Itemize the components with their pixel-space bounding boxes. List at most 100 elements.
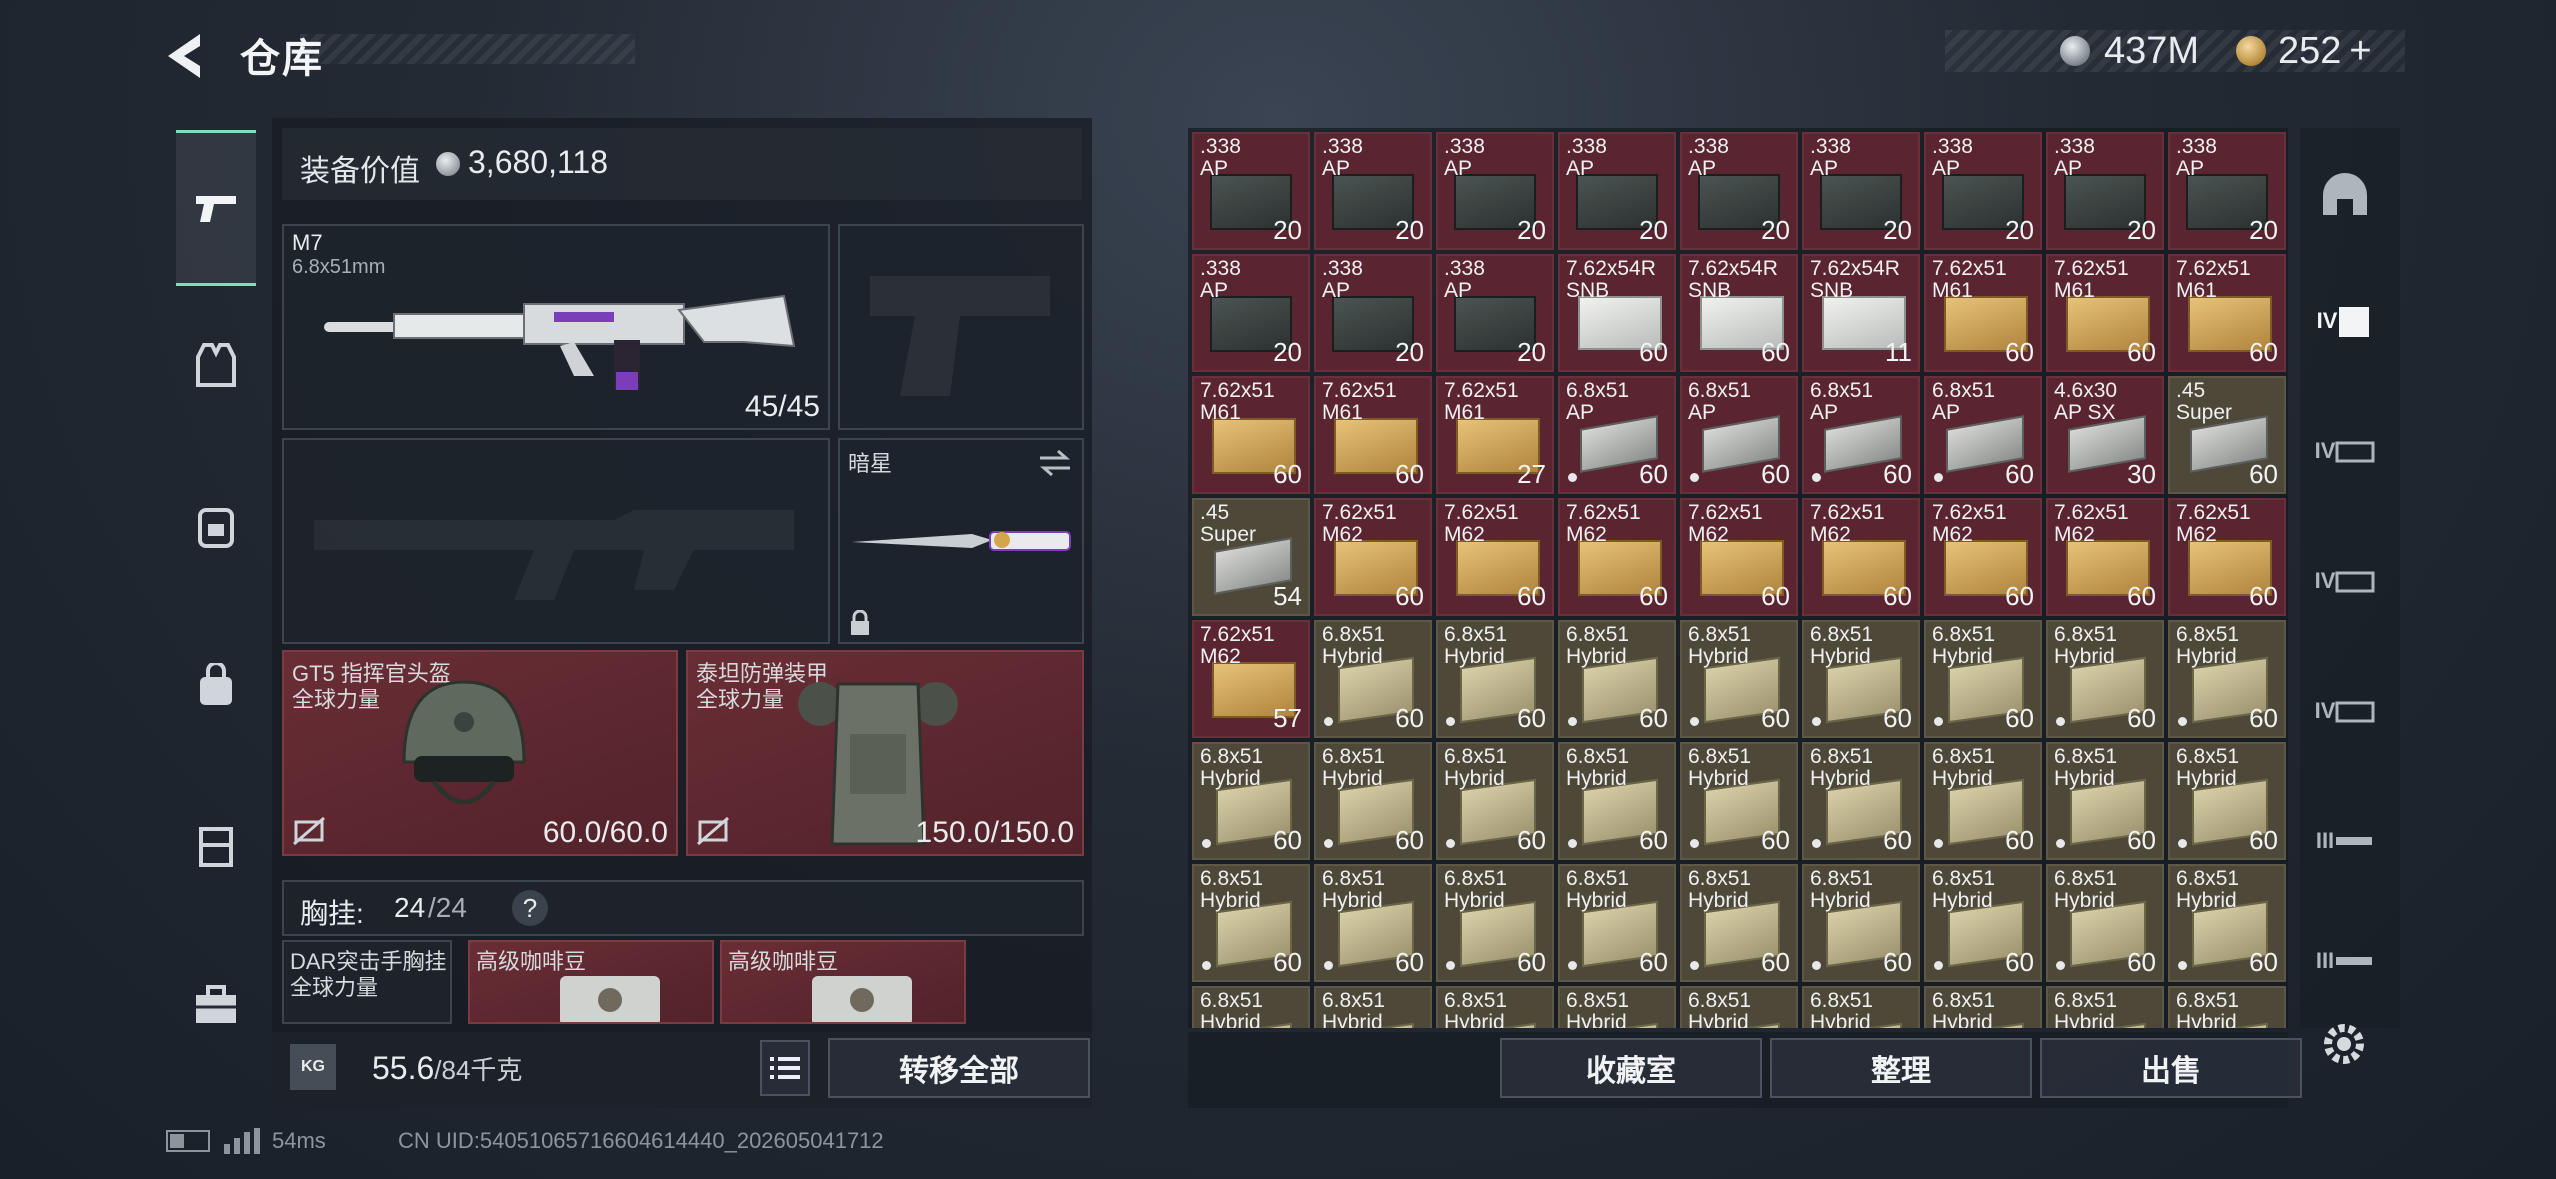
storage-item[interactable]: 6.8x51 Hybrid (1558, 986, 1676, 1028)
storage-item[interactable]: 7.62x51 M62 60 (1924, 498, 2042, 616)
storage-item[interactable]: 6.8x51 Hybrid60 (1802, 742, 1920, 860)
storage-item[interactable]: .338 AP 20 (1436, 132, 1554, 250)
swap-icon[interactable] (1038, 448, 1072, 478)
storage-item[interactable]: 6.8x51 Hybrid60 (2046, 742, 2164, 860)
storage-item[interactable]: .338 AP 20 (2168, 132, 2286, 250)
storage-item[interactable]: 6.8x51 Hybrid60 (1314, 742, 1432, 860)
storage-item[interactable]: 6.8x51 Hybrid (2046, 986, 2164, 1028)
storage-item[interactable]: .338 AP 20 (1314, 132, 1432, 250)
tab-case[interactable] (176, 800, 256, 890)
storage-item[interactable]: 6.8x51 Hybrid60 (1192, 864, 1310, 982)
secondary-primary-slot[interactable] (282, 438, 830, 644)
rig-item[interactable]: 高级咖啡豆 (720, 940, 966, 1024)
storage-item[interactable]: 6.8x51 Hybrid60 (1558, 742, 1676, 860)
storage-item[interactable]: 6.8x51 Hybrid (1314, 986, 1432, 1028)
storage-item[interactable]: 6.8x51 Hybrid60 (1436, 864, 1554, 982)
storage-item[interactable]: 7.62x51 M61 60 (1924, 254, 2042, 372)
storage-item[interactable]: .338 AP 20 (1802, 132, 1920, 250)
rig-item[interactable]: DAR突击手胸挂 全球力量 (282, 940, 452, 1024)
settings-button[interactable] (2316, 1016, 2372, 1072)
filter-tier-4-gear[interactable]: IV (2300, 536, 2390, 626)
sort-button[interactable]: 整理 (1770, 1038, 2032, 1098)
storage-item[interactable]: .338 AP 20 (1558, 132, 1676, 250)
storage-item[interactable]: 6.8x51 AP 60 (1802, 376, 1920, 494)
back-button[interactable] (160, 26, 220, 86)
storage-item[interactable]: 6.8x51 Hybrid60 (1436, 620, 1554, 738)
storage-item[interactable]: 6.8x51 Hybrid60 (1802, 864, 1920, 982)
storage-item[interactable]: 7.62x54R SNB 60 (1680, 254, 1798, 372)
storage-item[interactable]: 6.8x51 AP 60 (1680, 376, 1798, 494)
storage-item[interactable]: .338 AP 20 (2046, 132, 2164, 250)
filter-tier-3-gear[interactable]: III (2300, 926, 2390, 996)
storage-item[interactable]: 7.62x51 M62 60 (1558, 498, 1676, 616)
rig-item[interactable]: 高级咖啡豆 (468, 940, 714, 1024)
filter-tier-4-weapon[interactable]: IV (2300, 406, 2390, 496)
armor-slot[interactable]: 泰坦防弹装甲 全球力量 150.0/150.0 (686, 650, 1084, 856)
filter-tier-4-ammo[interactable]: IV (2300, 276, 2390, 366)
storage-item[interactable]: 6.8x51 Hybrid60 (1802, 620, 1920, 738)
tab-backpack[interactable] (176, 480, 256, 570)
collection-button[interactable]: 收藏室 (1500, 1038, 1762, 1098)
storage-item[interactable]: 6.8x51 Hybrid60 (1314, 620, 1432, 738)
storage-item[interactable]: 6.8x51 Hybrid60 (2046, 620, 2164, 738)
storage-item[interactable]: 7.62x51 M61 60 (1192, 376, 1310, 494)
storage-item[interactable]: 7.62x54R SNB 60 (1558, 254, 1676, 372)
tab-toolbox[interactable] (176, 960, 256, 1050)
storage-item[interactable]: 7.62x54R SNB 11 (1802, 254, 1920, 372)
storage-item[interactable]: 6.8x51 Hybrid (2168, 986, 2286, 1028)
tab-bag[interactable] (176, 640, 256, 730)
helmet-slot[interactable]: GT5 指挥官头盔 全球力量 60.0/60.0 (282, 650, 678, 856)
storage-item[interactable]: 6.8x51 Hybrid60 (2168, 620, 2286, 738)
filter-tier-4-misc[interactable]: IV (2300, 666, 2390, 756)
sell-button[interactable]: 出售 (2040, 1038, 2302, 1098)
storage-item[interactable]: 6.8x51 Hybrid (1924, 986, 2042, 1028)
transfer-all-button[interactable]: 转移全部 (828, 1038, 1090, 1098)
storage-item[interactable]: 6.8x51 Hybrid (1802, 986, 1920, 1028)
melee-slot[interactable]: 暗星 (838, 438, 1084, 644)
storage-item[interactable]: .45 Super 60 (2168, 376, 2286, 494)
storage-item[interactable]: 7.62x51 M62 60 (2168, 498, 2286, 616)
storage-item[interactable]: .338 AP 20 (1680, 132, 1798, 250)
storage-item[interactable]: 6.8x51 Hybrid (1680, 986, 1798, 1028)
storage-item[interactable]: 6.8x51 Hybrid60 (1924, 620, 2042, 738)
storage-item[interactable]: .45 Super 54 (1192, 498, 1310, 616)
storage-item[interactable]: 7.62x51 M61 60 (1314, 376, 1432, 494)
storage-item[interactable]: 6.8x51 Hybrid60 (1558, 864, 1676, 982)
storage-item[interactable]: 7.62x51 M62 60 (1802, 498, 1920, 616)
storage-item[interactable]: 7.62x51 M62 60 (1680, 498, 1798, 616)
storage-item[interactable]: .338 AP 20 (1192, 132, 1310, 250)
storage-item[interactable]: 6.8x51 Hybrid60 (1192, 742, 1310, 860)
storage-item[interactable]: 7.62x51 M61 60 (2168, 254, 2286, 372)
storage-item[interactable]: 6.8x51 AP 60 (1924, 376, 2042, 494)
list-view-button[interactable] (760, 1040, 810, 1096)
storage-item[interactable]: 7.62x51 M62 60 (1436, 498, 1554, 616)
secondary-weapon-slot[interactable] (838, 224, 1084, 430)
storage-item[interactable]: 6.8x51 Hybrid60 (1680, 742, 1798, 860)
storage-item[interactable]: 4.6x30 AP SX 30 (2046, 376, 2164, 494)
tab-weapons[interactable] (176, 130, 256, 286)
storage-item[interactable]: 6.8x51 Hybrid60 (2046, 864, 2164, 982)
storage-item[interactable]: 7.62x51 M61 27 (1436, 376, 1554, 494)
storage-item[interactable]: .338 AP 20 (1924, 132, 2042, 250)
storage-item[interactable]: 6.8x51 Hybrid60 (1558, 620, 1676, 738)
help-button[interactable]: ? (512, 890, 548, 926)
storage-item[interactable]: .338 AP 20 (1436, 254, 1554, 372)
filter-all[interactable] (2300, 150, 2390, 240)
storage-item[interactable]: 7.62x51 M62 57 (1192, 620, 1310, 738)
storage-item[interactable]: 7.62x51 M62 60 (2046, 498, 2164, 616)
storage-item[interactable]: 6.8x51 Hybrid60 (1680, 620, 1798, 738)
tab-rig[interactable] (176, 320, 256, 410)
storage-item[interactable]: 6.8x51 Hybrid60 (1680, 864, 1798, 982)
storage-item[interactable]: 7.62x51 M61 60 (2046, 254, 2164, 372)
storage-item[interactable]: 6.8x51 AP 60 (1558, 376, 1676, 494)
storage-item[interactable]: 6.8x51 Hybrid60 (1924, 742, 2042, 860)
add-gold-button[interactable]: + (2349, 30, 2371, 72)
storage-item[interactable]: 6.8x51 Hybrid60 (1192, 986, 1310, 1028)
filter-tier-3-weapon[interactable]: III (2300, 796, 2390, 886)
storage-item[interactable]: 6.8x51 Hybrid60 (1436, 742, 1554, 860)
storage-item[interactable]: .338 AP 20 (1192, 254, 1310, 372)
primary-weapon-slot[interactable]: M7 6.8x51mm 45/45 (282, 224, 830, 430)
storage-item[interactable]: 6.8x51 Hybrid60 (1924, 864, 2042, 982)
storage-item[interactable]: 6.8x51 Hybrid (1436, 986, 1554, 1028)
storage-item[interactable]: 6.8x51 Hybrid60 (1314, 864, 1432, 982)
